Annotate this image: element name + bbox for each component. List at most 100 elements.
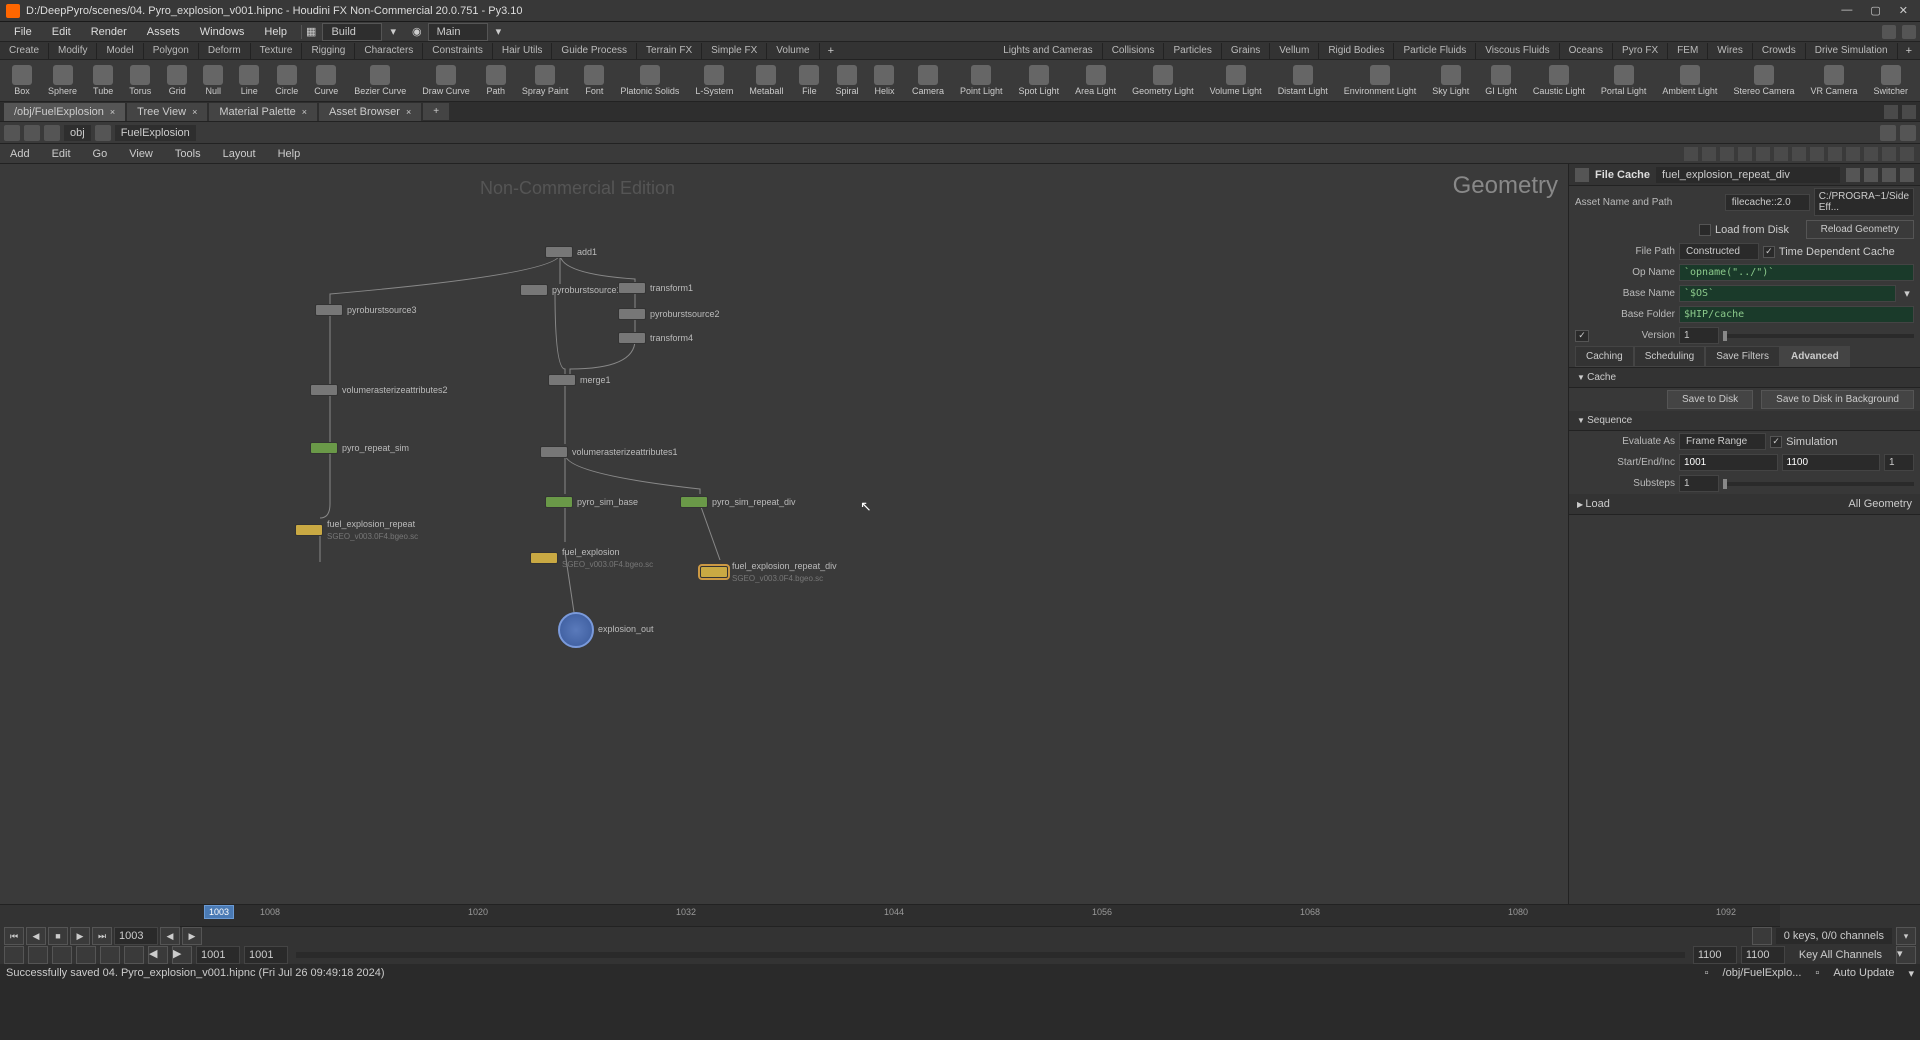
node-volumerasterizeattributes1[interactable]: volumerasterizeattributes1	[540, 446, 678, 458]
simulation-checkbox[interactable]	[1770, 436, 1782, 448]
tool-box[interactable]: Box	[4, 63, 40, 98]
tab-scheduling[interactable]: Scheduling	[1634, 346, 1705, 367]
netmenu-tools[interactable]: Tools	[171, 146, 205, 162]
range-end2-field[interactable]: 1100	[1741, 946, 1785, 964]
timeline-ruler[interactable]: 1008 1020 1032 1044 1056 1068 1080 1092 …	[180, 905, 1780, 927]
current-frame-marker[interactable]: 1003	[204, 905, 234, 919]
shelf-tab-grains[interactable]: Grains	[1222, 43, 1270, 59]
base-folder-field[interactable]: $HIP/cache	[1679, 306, 1914, 323]
tool-spot-light[interactable]: Spot Light	[1011, 63, 1068, 98]
range-icon-2[interactable]	[28, 946, 48, 964]
net-icon-11[interactable]	[1864, 147, 1878, 161]
info-icon[interactable]	[1882, 168, 1896, 182]
play-button[interactable]: ▶	[70, 927, 90, 945]
shelf-tab-terrainfx[interactable]: Terrain FX	[637, 43, 702, 59]
maximize-button[interactable]: ▢	[1870, 4, 1880, 17]
range-icon-5[interactable]	[100, 946, 120, 964]
help-icon[interactable]	[1902, 25, 1916, 39]
path-seg-fuel[interactable]: FuelExplosion	[115, 125, 196, 141]
net-search-icon[interactable]	[1882, 147, 1896, 161]
shelf-tab-model[interactable]: Model	[97, 43, 143, 59]
asset-path-field[interactable]: C:/PROGRA~1/Side Eff...	[1814, 188, 1914, 216]
netmenu-view[interactable]: View	[125, 146, 157, 162]
shelf-tab-characters[interactable]: Characters	[355, 43, 423, 59]
desktop-selector[interactable]: Build	[322, 23, 382, 41]
node-name-field[interactable]: fuel_explosion_repeat_div	[1656, 167, 1840, 183]
find-icon[interactable]	[1864, 168, 1878, 182]
tool-null[interactable]: Null	[195, 63, 231, 98]
tab-savefilters[interactable]: Save Filters	[1705, 346, 1780, 367]
net-icon-10[interactable]	[1846, 147, 1860, 161]
shelf-tab-particles[interactable]: Particles	[1164, 43, 1221, 59]
tool-l-system[interactable]: L-System	[687, 63, 741, 98]
tool-circle[interactable]: Circle	[267, 63, 306, 98]
status-update-mode[interactable]: Auto Update	[1833, 967, 1894, 980]
node-merge1[interactable]: merge1	[548, 374, 611, 386]
net-icon-6[interactable]	[1774, 147, 1788, 161]
shelf-tab-texture[interactable]: Texture	[251, 43, 303, 59]
tool-platonic-solids[interactable]: Platonic Solids	[612, 63, 687, 98]
panel-tab-add[interactable]: +	[423, 103, 449, 120]
stop-button[interactable]: ■	[48, 927, 68, 945]
tool-grid[interactable]: Grid	[159, 63, 195, 98]
tool-metaball[interactable]: Metaball	[741, 63, 791, 98]
shelf-tab-modify[interactable]: Modify	[49, 43, 97, 59]
netmenu-go[interactable]: Go	[89, 146, 112, 162]
node-pyroburstsource1[interactable]: pyroburstsource1	[520, 284, 622, 296]
section-sequence[interactable]: Sequence	[1569, 411, 1920, 431]
range-next-button[interactable]: ▶	[172, 946, 192, 964]
panel-max-icon[interactable]	[1902, 105, 1916, 119]
shelf-tab-hairutils[interactable]: Hair Utils	[493, 43, 553, 59]
save-to-disk-button[interactable]: Save to Disk	[1667, 390, 1753, 409]
version-slider[interactable]	[1723, 334, 1914, 338]
reload-geometry-button[interactable]: Reload Geometry	[1806, 220, 1914, 239]
section-cache[interactable]: Cache	[1569, 368, 1920, 388]
net-icon-9[interactable]	[1828, 147, 1842, 161]
menu-windows[interactable]: Windows	[190, 24, 255, 40]
node-transform1[interactable]: transform1	[618, 282, 693, 294]
tool-vr-camera[interactable]: VR Camera	[1802, 63, 1865, 98]
node-fuel-explosion[interactable]: fuel_explosionSGEO_v003.0F4.bgeo.sc	[530, 546, 653, 570]
version-checkbox[interactable]	[1575, 330, 1589, 342]
status-update-dropdown[interactable]: ▾	[1908, 967, 1914, 980]
tool-camera[interactable]: Camera	[904, 63, 952, 98]
shelf-tab-volume[interactable]: Volume	[767, 43, 819, 59]
minimize-button[interactable]: —	[1841, 4, 1852, 17]
realtime-toggle[interactable]	[1752, 927, 1772, 945]
menu-assets[interactable]: Assets	[137, 24, 190, 40]
tool-draw-curve[interactable]: Draw Curve	[414, 63, 478, 98]
shelf-tab-crowds[interactable]: Crowds	[1753, 43, 1806, 59]
start-frame-field[interactable]: 1001	[1679, 454, 1778, 471]
shelf-tab-rigidbodies[interactable]: Rigid Bodies	[1319, 43, 1394, 59]
range-icon-1[interactable]	[4, 946, 24, 964]
net-icon-2[interactable]	[1702, 147, 1716, 161]
tool-ambient-light[interactable]: Ambient Light	[1654, 63, 1725, 98]
shelf-tab-vellum[interactable]: Vellum	[1270, 43, 1319, 59]
tool-font[interactable]: Font	[576, 63, 612, 98]
tool-torus[interactable]: Torus	[121, 63, 159, 98]
shelf-tab-pyrofx[interactable]: Pyro FX	[1613, 43, 1668, 59]
node-fuel-explosion-repeat[interactable]: fuel_explosion_repeatSGEO_v003.0F4.bgeo.…	[295, 518, 418, 542]
path-seg-obj[interactable]: obj	[64, 125, 91, 141]
tool-path[interactable]: Path	[478, 63, 514, 98]
skip-end-button[interactable]: ⏭	[92, 927, 112, 945]
node-pyro-sim-repeat-div[interactable]: pyro_sim_repeat_div	[680, 496, 796, 508]
shelf-tab-oceans[interactable]: Oceans	[1560, 43, 1613, 59]
help-icon[interactable]	[1900, 168, 1914, 182]
shelf-tab-rigging[interactable]: Rigging	[302, 43, 355, 59]
substeps-slider[interactable]	[1723, 482, 1914, 486]
base-name-field[interactable]: `$OS`	[1679, 285, 1896, 302]
op-name-field[interactable]: `opname("../")`	[1679, 264, 1914, 281]
netmenu-edit[interactable]: Edit	[48, 146, 75, 162]
range-icon-3[interactable]	[52, 946, 72, 964]
tool-distant-light[interactable]: Distant Light	[1270, 63, 1336, 98]
range-end-field[interactable]: 1100	[1693, 946, 1737, 964]
key-all-dropdown[interactable]: ▾	[1896, 946, 1916, 964]
shelf-add-right[interactable]: +	[1898, 43, 1920, 59]
path-dropdown-icon[interactable]	[1880, 125, 1896, 141]
end-frame-field[interactable]: 1100	[1782, 454, 1881, 471]
menu-help[interactable]: Help	[254, 24, 297, 40]
net-icon-8[interactable]	[1810, 147, 1824, 161]
tool-environment-light[interactable]: Environment Light	[1336, 63, 1425, 98]
range-icon-4[interactable]	[76, 946, 96, 964]
